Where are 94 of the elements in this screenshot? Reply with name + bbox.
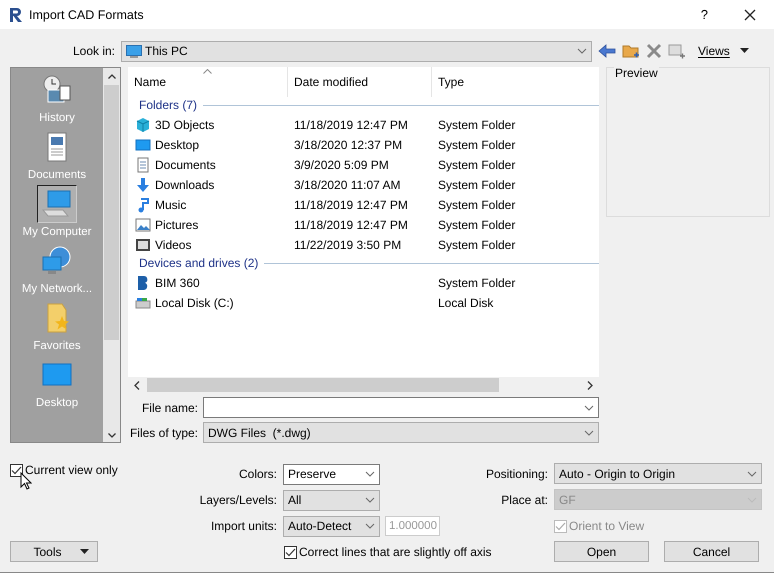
- window-title: Import CAD Formats: [29, 8, 144, 22]
- file-name-cell[interactable]: Desktop: [128, 137, 288, 153]
- scroll-down-icon[interactable]: [108, 433, 116, 438]
- pictures-icon: [135, 217, 151, 233]
- tools-menu-button[interactable]: Tools: [10, 541, 98, 562]
- new-window-icon[interactable]: [668, 42, 686, 60]
- checkmark-icon: [11, 466, 22, 474]
- column-header[interactable]: Name: [128, 67, 288, 97]
- type-cell: System Folder: [438, 198, 516, 212]
- places-label: Documents: [28, 168, 86, 183]
- sort-caret-icon: [203, 69, 212, 74]
- file-name-label: File name:: [140, 400, 199, 414]
- file-name-cell[interactable]: Downloads: [128, 177, 288, 193]
- correct-lines-checkbox[interactable]: Correct lines that are slightly off axis: [283, 541, 554, 563]
- desktop-icon: [135, 137, 151, 153]
- date-cell: 3/9/2020 5:09 PM: [294, 158, 389, 172]
- back-arrow-icon[interactable]: [598, 44, 616, 58]
- scroll-right-icon[interactable]: [587, 380, 593, 390]
- chevron-down-icon: [584, 404, 594, 410]
- look-in-label: Look in:: [72, 44, 116, 58]
- column-header[interactable]: Date modified: [288, 67, 432, 97]
- scroll-thumb[interactable]: [104, 85, 119, 340]
- positioning-dropdown[interactable]: Auto - Origin to Origin: [554, 463, 762, 484]
- places-label: My Computer: [22, 225, 92, 240]
- places-label: My Network...: [22, 282, 92, 297]
- type-cell: System Folder: [438, 218, 516, 232]
- new-folder-icon[interactable]: [622, 42, 640, 60]
- group-header[interactable]: Devices and drives (2): [139, 256, 258, 270]
- files-of-type-label: Files of type:: [128, 426, 199, 440]
- places-label: History: [39, 111, 75, 126]
- places-label: Desktop: [36, 396, 78, 411]
- chevron-down-icon: [365, 497, 375, 503]
- documents-icon: [135, 157, 151, 173]
- places-label: Favorites: [33, 339, 81, 354]
- column-header[interactable]: Type: [432, 67, 599, 97]
- files-of-type-dropdown[interactable]: DWG Files (*.dwg): [203, 422, 599, 443]
- file-name-cell[interactable]: Music: [128, 197, 288, 213]
- file-name-cell[interactable]: Pictures: [128, 217, 288, 233]
- computer-icon: [126, 44, 142, 58]
- option-label: Layers/Levels:: [198, 493, 278, 507]
- chevron-down-icon: [584, 430, 594, 436]
- option-dropdown[interactable]: Auto-Detect: [283, 516, 380, 536]
- type-cell: System Folder: [438, 276, 516, 290]
- file-name-field[interactable]: [203, 397, 599, 418]
- scroll-thumb[interactable]: [147, 378, 499, 392]
- cube-icon: [135, 117, 151, 133]
- date-cell: 3/18/2020 12:37 PM: [294, 138, 402, 152]
- date-cell: 3/18/2020 11:07 AM: [294, 178, 401, 192]
- positioning-label: Positioning:: [484, 467, 549, 481]
- chevron-down-icon: [365, 523, 375, 529]
- place-at-label: Place at:: [500, 493, 549, 507]
- file-name-cell[interactable]: Documents: [128, 157, 288, 173]
- file-name-cell[interactable]: Videos: [128, 237, 288, 253]
- chevron-down-icon: [577, 48, 587, 54]
- date-cell: 11/18/2019 12:47 PM: [294, 218, 408, 232]
- file-name-cell[interactable]: BIM 360: [128, 275, 288, 291]
- caret-down-icon: [740, 48, 749, 54]
- date-cell: 11/22/2019 3:50 PM: [294, 238, 402, 252]
- type-cell: System Folder: [438, 118, 516, 132]
- help-button[interactable]: ?: [700, 7, 708, 22]
- date-cell: 11/18/2019 12:47 PM: [294, 198, 408, 212]
- close-icon[interactable]: [744, 8, 756, 20]
- type-cell: System Folder: [438, 158, 516, 172]
- cancel-button[interactable]: Cancel: [664, 541, 759, 562]
- checkmark-icon: [285, 548, 296, 556]
- views-menu-button[interactable]: Views: [698, 44, 749, 58]
- file-name-cell[interactable]: 3D Objects: [128, 117, 288, 133]
- type-cell: System Folder: [438, 178, 516, 192]
- caret-down-icon: [80, 548, 88, 554]
- type-cell: System Folder: [438, 238, 516, 252]
- disk-icon: [135, 295, 151, 311]
- option-label: Colors:: [238, 467, 278, 481]
- group-header[interactable]: Folders (7): [139, 98, 198, 112]
- option-dropdown[interactable]: All: [283, 490, 380, 510]
- chevron-down-icon: [747, 470, 757, 476]
- chevron-down-icon: [365, 471, 375, 477]
- scroll-left-icon[interactable]: [134, 380, 140, 390]
- computer-icon: [37, 185, 77, 223]
- open-button[interactable]: Open: [554, 541, 649, 562]
- look-in-dropdown[interactable]: This PC: [121, 40, 592, 62]
- preview-label: Preview: [614, 66, 659, 80]
- scrollbar[interactable]: [103, 68, 120, 442]
- app-logo-icon: [9, 6, 23, 22]
- checkmark-icon: [555, 522, 566, 530]
- videos-icon: [135, 237, 151, 253]
- option-dropdown[interactable]: Preserve: [283, 464, 380, 484]
- type-cell: Local Disk: [438, 296, 494, 310]
- download-icon: [135, 177, 151, 193]
- scroll-up-icon[interactable]: [108, 74, 116, 79]
- file-name-cell[interactable]: Local Disk (C:): [128, 295, 288, 311]
- date-cell: 11/18/2019 12:47 PM: [294, 118, 408, 132]
- option-label: Import units:: [210, 519, 278, 533]
- type-cell: System Folder: [438, 138, 516, 152]
- delete-icon[interactable]: [646, 43, 662, 59]
